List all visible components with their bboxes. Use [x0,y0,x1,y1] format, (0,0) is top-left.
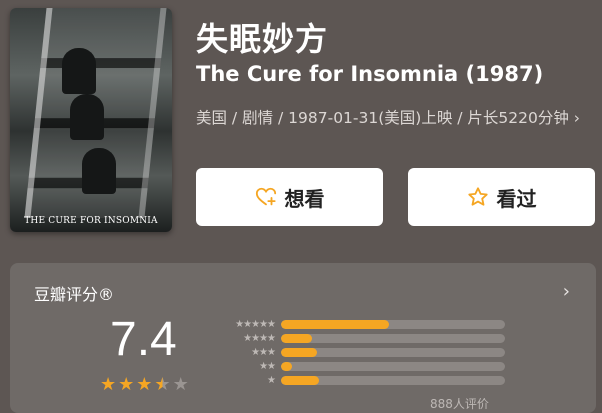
distribution-track [281,375,505,385]
distribution-stars: ★ [267,374,276,386]
distribution-bar [281,319,389,329]
distribution-row: ★★ [215,359,505,373]
movie-meta-info[interactable]: 美国 / 剧情 / 1987-01-31(美国)上映 / 片长5220分钟 › [196,104,591,132]
distribution-row: ★★★ [215,345,505,359]
want-to-watch-button[interactable]: 想看 [196,168,383,226]
rating-title: 豆瓣评分® [34,285,115,304]
poster-figure [62,48,96,94]
rating-score: 7.4 [110,313,177,366]
movie-title: 失眠妙方 [196,20,329,58]
star-icon: ★ [118,374,135,395]
star-outline-icon [467,187,488,206]
watched-button[interactable]: 看过 [408,168,595,226]
want-to-watch-label: 想看 [284,186,325,211]
star-icon: ★ [136,374,153,395]
distribution-stars: ★★ [259,360,276,372]
distribution-bar [281,375,320,385]
watched-label: 看过 [496,186,537,211]
star-icon: ★ [154,374,171,395]
distribution-track [281,319,505,329]
distribution-stars: ★★★ [251,346,276,358]
star-icon: ★ [100,374,117,395]
distribution-row: ★★★★★ [215,317,505,331]
rating-card[interactable]: 豆瓣评分® › 7.4 ★ ★ ★ ★ ★ ★★★★★ ★★★★ ★★★ ★★ ★ 888人评价 [10,263,596,413]
distribution-bar [281,333,313,343]
poster-figure [82,148,116,194]
star-icon: ★ [172,374,189,395]
chevron-right-icon[interactable]: › [563,281,570,302]
movie-original-title: The Cure for Insomnia (1987) [196,62,544,86]
distribution-row: ★ [215,373,505,387]
distribution-track [281,333,505,343]
distribution-stars: ★★★★★ [235,318,276,330]
rating-distribution: ★★★★★ ★★★★ ★★★ ★★ ★ [215,317,505,387]
rating-stars: ★ ★ ★ ★ ★ [100,376,189,394]
distribution-track [281,347,505,357]
poster-image[interactable]: THE CURE FOR INSOMNIA [10,8,172,232]
poster-figure [70,94,104,140]
distribution-bar [281,361,293,371]
distribution-row: ★★★★ [215,331,505,345]
rating-count[interactable]: 888人评价 [430,395,489,412]
poster-caption: THE CURE FOR INSOMNIA [24,216,158,226]
distribution-track [281,361,505,371]
distribution-bar [281,347,317,357]
heart-plus-icon [255,187,276,206]
distribution-stars: ★★★★ [243,332,276,344]
